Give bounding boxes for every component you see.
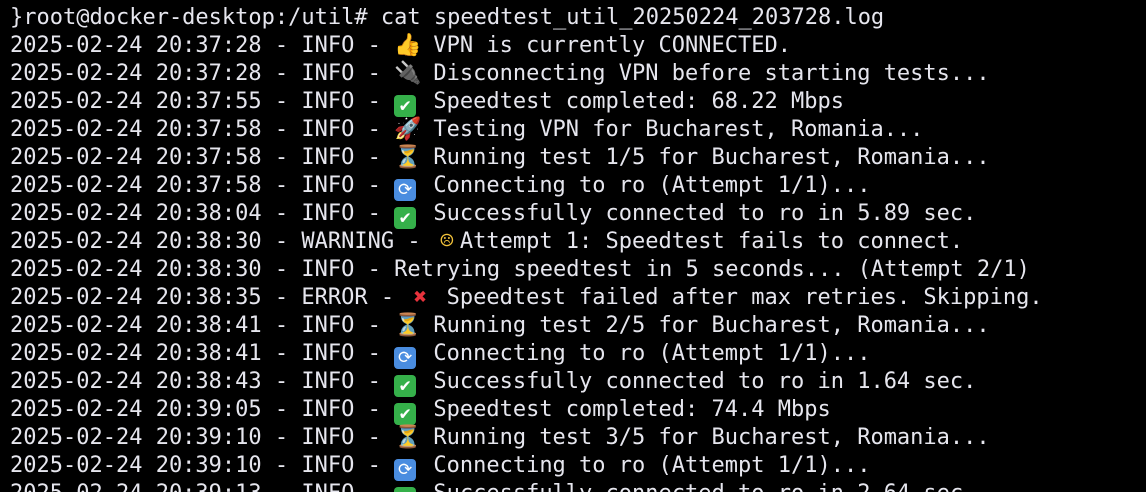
log-message: Successfully connected to ro in 1.64 sec… bbox=[420, 369, 977, 394]
log-message: Running test 2/5 for Bucharest, Romania.… bbox=[420, 313, 990, 338]
check-icon: ✔ bbox=[394, 95, 417, 117]
log-prefix: 2025-02-24 20:39:13 - INFO - bbox=[10, 481, 394, 492]
log-prefix: 2025-02-24 20:37:58 - INFO - bbox=[10, 117, 395, 142]
hourglass-icon: ⏳ bbox=[394, 313, 422, 338]
sad-face-icon: ☹ bbox=[440, 229, 454, 254]
log-line: 2025-02-24 20:37:58 - INFO - ⏳ Running t… bbox=[10, 144, 1146, 172]
log-prefix: 2025-02-24 20:38:35 - ERROR - bbox=[10, 285, 408, 310]
log-prefix: 2025-02-24 20:39:05 - INFO - bbox=[10, 397, 395, 422]
log-prefix: 2025-02-24 20:38:43 - INFO - bbox=[10, 369, 395, 394]
log-message: Running test 3/5 for Bucharest, Romania.… bbox=[420, 425, 990, 450]
log-prefix: 2025-02-24 20:37:58 - INFO - bbox=[10, 145, 395, 170]
log-line-partial: 2025-02-24 20:39:13 - INFO - ✔ Successfu… bbox=[10, 480, 1146, 492]
log-line: 2025-02-24 20:37:58 - INFO - 🚀 Testing V… bbox=[10, 116, 1146, 144]
log-line: 2025-02-24 20:38:43 - INFO - ✔ Successfu… bbox=[10, 368, 1146, 397]
log-prefix: 2025-02-24 20:39:10 - INFO - bbox=[10, 453, 395, 478]
log-message: Speedtest completed: 68.22 Mbps bbox=[420, 89, 844, 114]
check-icon: ✔ bbox=[394, 403, 417, 425]
hourglass-icon: ⏳ bbox=[394, 145, 422, 170]
check-icon: ✔ bbox=[394, 487, 417, 492]
log-message: Connecting to ro (Attempt 1/1)... bbox=[420, 453, 871, 478]
log-line: 2025-02-24 20:39:05 - INFO - ✔ Speedtest… bbox=[10, 396, 1146, 425]
terminal-window[interactable]: }root@docker-desktop:/util# cat speedtes… bbox=[0, 0, 1146, 492]
log-line: 2025-02-24 20:38:41 - INFO - ⟳ Connectin… bbox=[10, 340, 1146, 369]
log-message: Attempt 1: Speedtest fails to connect. bbox=[459, 229, 964, 254]
log-message: Speedtest completed: 74.4 Mbps bbox=[420, 397, 831, 422]
log-message: Retrying speedtest in 5 seconds... (Atte… bbox=[394, 257, 1030, 282]
log-message: Testing VPN for Bucharest, Romania... bbox=[420, 117, 924, 142]
log-line: 2025-02-24 20:39:10 - INFO - ⏳ Running t… bbox=[10, 424, 1146, 452]
log-line: 2025-02-24 20:38:04 - INFO - ✔ Successfu… bbox=[10, 200, 1146, 229]
refresh-icon: ⟳ bbox=[394, 459, 417, 481]
rocket-icon: 🚀 bbox=[394, 117, 422, 142]
log-line: 2025-02-24 20:37:28 - INFO - 👍 VPN is cu… bbox=[10, 32, 1146, 60]
terminal-output: }root@docker-desktop:/util# cat speedtes… bbox=[10, 4, 1146, 492]
refresh-icon: ⟳ bbox=[394, 179, 417, 201]
log-message: VPN is currently CONNECTED. bbox=[420, 33, 791, 58]
log-prefix: 2025-02-24 20:38:04 - INFO - bbox=[10, 201, 395, 226]
check-icon: ✔ bbox=[394, 207, 417, 229]
log-line: 2025-02-24 20:38:35 - ERROR - ✖ Speedtes… bbox=[10, 284, 1146, 312]
log-line: 2025-02-24 20:38:30 - WARNING - ☹ Attempt… bbox=[10, 228, 1146, 256]
log-message: Disconnecting VPN before starting tests.… bbox=[420, 61, 990, 86]
cross-icon: ✖ bbox=[413, 285, 427, 310]
log-line: 2025-02-24 20:38:30 - INFO - Retrying sp… bbox=[10, 256, 1146, 284]
hourglass-icon: ⏳ bbox=[394, 425, 422, 450]
refresh-icon: ⟳ bbox=[394, 347, 417, 369]
log-prefix: 2025-02-24 20:37:58 - INFO - bbox=[10, 173, 395, 198]
log-message: Speedtest failed after max retries. Skip… bbox=[433, 285, 1043, 310]
log-line: 2025-02-24 20:37:55 - INFO - ✔ Speedtest… bbox=[10, 88, 1146, 117]
thumbs-up-icon: 👍 bbox=[394, 33, 422, 58]
log-message: Connecting to ro (Attempt 1/1)... bbox=[420, 341, 871, 366]
log-prefix: 2025-02-24 20:37:28 - INFO - bbox=[10, 61, 395, 86]
log-message: Successfully connected to ro in 2.64 sec… bbox=[420, 481, 976, 492]
log-message: Successfully connected to ro in 5.89 sec… bbox=[420, 201, 977, 226]
log-prefix: 2025-02-24 20:37:55 - INFO - bbox=[10, 89, 395, 114]
log-line: 2025-02-24 20:37:58 - INFO - ⟳ Connectin… bbox=[10, 172, 1146, 201]
log-prefix: 2025-02-24 20:38:30 - WARNING - bbox=[10, 229, 434, 254]
log-prefix: 2025-02-24 20:38:41 - INFO - bbox=[10, 341, 395, 366]
log-line: 2025-02-24 20:39:10 - INFO - ⟳ Connectin… bbox=[10, 452, 1146, 481]
command-line: }root@docker-desktop:/util# cat speedtes… bbox=[10, 5, 885, 30]
plug-icon: 🔌 bbox=[394, 61, 422, 86]
log-line: 2025-02-24 20:37:28 - INFO - 🔌 Disconnec… bbox=[10, 60, 1146, 88]
log-line: 2025-02-24 20:38:41 - INFO - ⏳ Running t… bbox=[10, 312, 1146, 340]
log-prefix: 2025-02-24 20:38:41 - INFO - bbox=[10, 313, 395, 338]
check-icon: ✔ bbox=[394, 375, 417, 397]
log-prefix: 2025-02-24 20:38:30 - INFO - bbox=[10, 257, 395, 282]
log-message: Running test 1/5 for Bucharest, Romania.… bbox=[420, 145, 990, 170]
log-message: Connecting to ro (Attempt 1/1)... bbox=[420, 173, 871, 198]
log-prefix: 2025-02-24 20:37:28 - INFO - bbox=[10, 33, 395, 58]
log-prefix: 2025-02-24 20:39:10 - INFO - bbox=[10, 425, 395, 450]
